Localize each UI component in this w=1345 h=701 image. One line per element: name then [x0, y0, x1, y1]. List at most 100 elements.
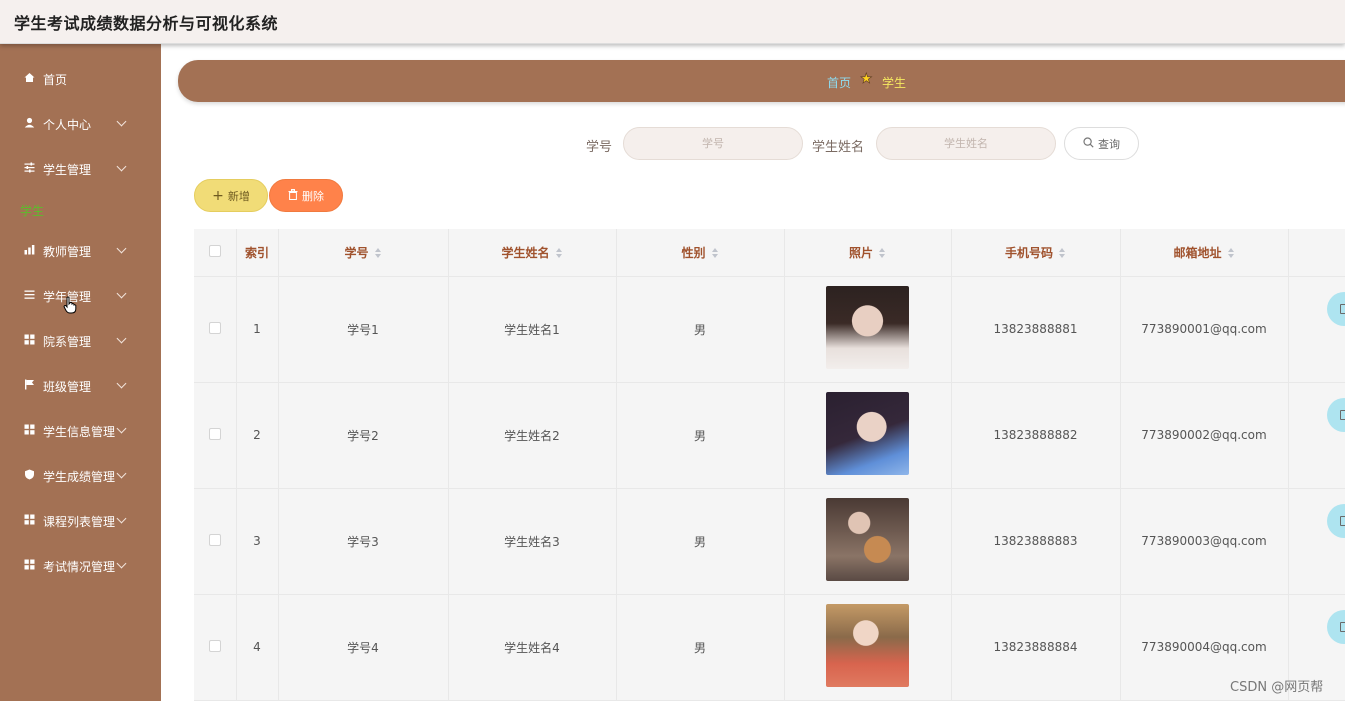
cell-gender: 男 [616, 488, 785, 595]
cell-email: 773890002@qq.com [1120, 382, 1289, 489]
sidebar-item-class-management[interactable]: 班级管理 [0, 370, 161, 400]
row-checkbox[interactable] [208, 427, 221, 440]
chevron-down-icon [116, 116, 127, 127]
table-row: 1 学号1 学生姓名1 男 13823888881 773890001@qq.c… [194, 276, 1345, 383]
column-header-label: 邮箱地址 [1173, 245, 1222, 260]
student-photo[interactable] [826, 498, 909, 581]
chevron-down-icon [116, 243, 127, 254]
user-icon [24, 117, 35, 128]
student-photo[interactable] [826, 392, 909, 475]
sort-icon[interactable] [555, 248, 563, 259]
search-icon [1083, 136, 1094, 151]
sidebar-item-student-info-management[interactable]: 学生信息管理 [0, 415, 161, 445]
sidebar-item-label: 个人中心 [43, 118, 92, 132]
sidebar-item-teacher-management[interactable]: 教师管理 [0, 235, 161, 265]
sidebar-item-course-list-management[interactable]: 课程列表管理 [0, 505, 161, 535]
sort-icon[interactable] [711, 248, 719, 259]
grid-icon [24, 559, 35, 570]
sidebar-item-label: 学生信息管理 [43, 425, 116, 439]
sidebar-item-label: 院系管理 [43, 335, 92, 349]
cell-phone: 13823888881 [951, 276, 1121, 383]
sort-icon[interactable] [879, 248, 886, 259]
column-header-label: 照片 [848, 245, 873, 260]
delete-button-label: 删除 [302, 189, 324, 203]
plus-icon: + [212, 187, 224, 204]
column-header-email[interactable]: 邮箱地址 [1120, 229, 1289, 277]
query-button[interactable]: 查询 [1064, 127, 1139, 160]
table-row: 3 学号3 学生姓名3 男 13823888883 773890003@qq.c… [194, 488, 1345, 595]
cell-name: 学生姓名1 [448, 276, 617, 383]
cell-actions [1288, 488, 1345, 595]
column-header-id[interactable]: 学号 [278, 229, 449, 277]
column-header-label: 手机号码 [1004, 245, 1053, 260]
chevron-down-icon [116, 161, 127, 172]
select-all-cell [194, 229, 237, 277]
delete-button[interactable]: 删除 [269, 179, 343, 212]
sidebar-item-label: 教师管理 [43, 245, 92, 259]
chevron-down-icon [116, 333, 127, 344]
sidebar-item-exam-management[interactable]: 考试情况管理 [0, 550, 161, 580]
sort-icon[interactable] [1059, 248, 1066, 259]
student-photo[interactable] [826, 286, 909, 369]
column-header-label: 学生姓名 [501, 245, 550, 260]
sidebar-item-label: 首页 [43, 73, 68, 87]
search-name-input[interactable] [876, 127, 1056, 160]
sort-icon[interactable] [374, 248, 382, 259]
table-row: 2 学号2 学生姓名2 男 13823888882 773890002@qq.c… [194, 382, 1345, 489]
row-select-cell [194, 594, 237, 701]
trash-icon [288, 188, 298, 203]
column-header-name[interactable]: 学生姓名 [448, 229, 617, 277]
column-header-label: 性别 [681, 245, 706, 260]
cell-index: 4 [236, 594, 279, 701]
search-id-input[interactable] [623, 127, 803, 160]
cell-phone: 13823888883 [951, 488, 1121, 595]
sidebar-item-department-management[interactable]: 院系管理 [0, 325, 161, 355]
sidebar-subitem-student[interactable]: 学生 [20, 202, 44, 219]
hand-cursor-icon [63, 296, 77, 314]
cell-email: 773890001@qq.com [1120, 276, 1289, 383]
home-icon [24, 72, 35, 83]
chevron-down-icon [116, 378, 127, 389]
cell-phone: 13823888884 [951, 594, 1121, 701]
cell-actions [1288, 382, 1345, 489]
sort-icon[interactable] [1227, 248, 1235, 259]
cell-phone: 13823888882 [951, 382, 1121, 489]
column-header-photo[interactable]: 照片 [784, 229, 952, 277]
row-select-cell [194, 276, 237, 383]
select-all-checkbox[interactable] [208, 244, 221, 257]
column-header-actions [1288, 229, 1345, 277]
cell-name: 学生姓名4 [448, 594, 617, 701]
breadcrumb: 首页 ★ 学生 [178, 60, 1345, 102]
sidebar-item-personal-center[interactable]: 个人中心 [0, 108, 161, 138]
search-name-label: 学生姓名 [812, 140, 865, 155]
chevron-down-icon [116, 423, 127, 434]
row-checkbox[interactable] [208, 639, 221, 652]
column-header-gender[interactable]: 性别 [616, 229, 785, 277]
cell-id: 学号1 [278, 276, 449, 383]
column-header: 索引 [236, 229, 279, 277]
cell-gender: 男 [616, 382, 785, 489]
row-select-cell [194, 488, 237, 595]
cell-name: 学生姓名3 [448, 488, 617, 595]
breadcrumb-home-link[interactable]: 首页 [827, 74, 851, 91]
cell-index: 2 [236, 382, 279, 489]
sidebar-item-home[interactable]: 首页 [0, 63, 161, 93]
sidebar-item-student-management[interactable]: 学生管理 [0, 153, 161, 183]
student-photo[interactable] [826, 604, 909, 687]
grid-icon [24, 514, 35, 525]
query-button-label: 查询 [1098, 137, 1120, 151]
table-row: 4 学号4 学生姓名4 男 13823888884 773890004@qq.c… [194, 594, 1345, 701]
add-button[interactable]: + 新增 [194, 179, 268, 212]
sidebar-item-label: 考试情况管理 [43, 560, 116, 574]
row-checkbox[interactable] [208, 321, 221, 334]
grid-icon [24, 424, 35, 435]
row-select-cell [194, 382, 237, 489]
chevron-down-icon [116, 468, 127, 479]
column-header-phone[interactable]: 手机号码 [951, 229, 1121, 277]
row-checkbox[interactable] [208, 533, 221, 546]
column-header-label: 学号 [344, 245, 369, 260]
cell-gender: 男 [616, 594, 785, 701]
shield-icon [24, 469, 35, 480]
sidebar-item-student-score-management[interactable]: 学生成绩管理 [0, 460, 161, 490]
sidebar-item-academic-year-management[interactable]: 学年管理 [0, 280, 161, 310]
